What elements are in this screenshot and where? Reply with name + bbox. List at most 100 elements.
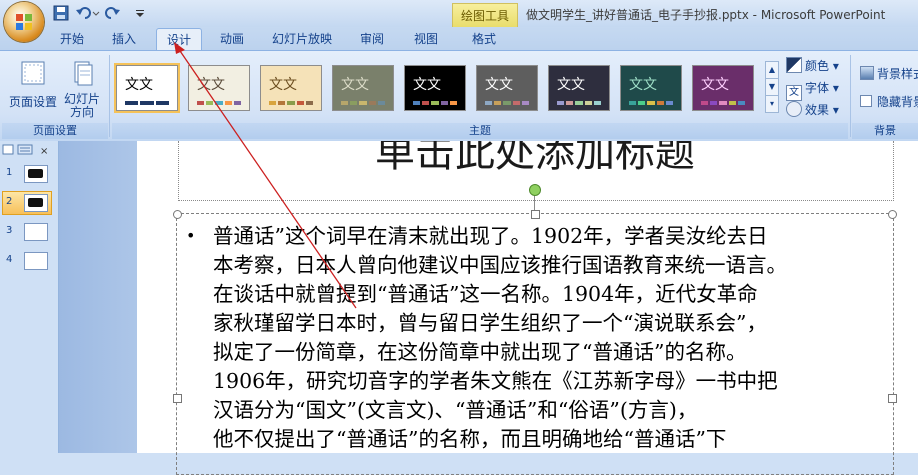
theme-color-swatch <box>449 101 458 105</box>
theme-color-swatch <box>224 101 232 105</box>
theme-thumbnail[interactable]: 文文 <box>188 65 250 111</box>
theme-color-swatch <box>215 101 223 105</box>
bullet-icon: • <box>186 226 196 245</box>
theme-color-swatch <box>638 101 646 105</box>
themes-group-label: 主题 <box>112 123 848 139</box>
tab-slide-show[interactable]: 幻灯片放映 <box>262 29 342 49</box>
save-icon[interactable] <box>52 4 70 22</box>
theme-color-swatch <box>647 101 655 105</box>
theme-color-swatches <box>125 101 169 105</box>
gallery-scroll-up-icon[interactable]: ▲ <box>765 61 779 79</box>
theme-sample-text: 文文 <box>629 77 657 93</box>
theme-thumbnail[interactable]: 文文 <box>332 65 394 111</box>
theme-color-swatch <box>557 101 565 105</box>
hide-background-checkbox[interactable]: 隐藏背景 <box>860 93 918 111</box>
body-text-line: 他不仅提出了“普通话”的名称，而且明确地给“普通话”下 <box>213 427 727 451</box>
body-text-line: 普通话”这个词早在清末就出现了。1902年，学者吴汝纶去日 <box>213 224 768 248</box>
theme-effects-label: 效果 <box>805 103 830 117</box>
theme-color-swatch <box>593 101 602 105</box>
background-styles-button[interactable]: 背景样式 <box>860 65 918 83</box>
theme-color-swatch <box>503 101 511 105</box>
resize-handle-top[interactable] <box>531 210 540 219</box>
theme-color-swatch <box>368 101 376 105</box>
ribbon-tab-bar: 开始 插入 设计 动画 幻灯片放映 审阅 视图 格式 <box>0 27 918 51</box>
slide-orientation-button[interactable]: 幻灯片 方向 <box>60 59 104 119</box>
resize-handle-top-right[interactable] <box>888 210 897 219</box>
gallery-scroll-down-icon[interactable]: ▼ <box>765 78 779 96</box>
theme-colors-button[interactable]: 颜色 ▾ <box>786 57 839 75</box>
theme-color-swatch <box>377 101 386 105</box>
theme-sample-text: 文文 <box>485 77 513 93</box>
slide-number: 2 <box>6 196 13 207</box>
body-text-line: 汉语分为“国文”(文言文)、“普通话”和“俗语”(方言)， <box>213 398 698 422</box>
theme-color-swatches <box>413 101 458 105</box>
tab-design[interactable]: 设计 <box>156 28 202 51</box>
theme-color-swatch <box>728 101 736 105</box>
theme-thumbnail[interactable]: 文文 <box>114 63 180 113</box>
resize-handle-left[interactable] <box>173 394 182 403</box>
slide-thumbnail[interactable] <box>24 223 48 241</box>
slide-thumbnail[interactable] <box>24 165 48 183</box>
gallery-more-icon[interactable]: ▾ <box>765 95 779 113</box>
redo-icon[interactable] <box>104 4 122 22</box>
pane-tabs-icon[interactable]: × <box>2 143 52 157</box>
theme-sample-text: 文文 <box>125 77 153 93</box>
theme-color-swatch <box>140 101 154 105</box>
theme-color-swatch <box>737 101 746 105</box>
theme-thumbnail[interactable]: 文文 <box>404 65 466 111</box>
theme-colors-label: 颜色 <box>805 59 830 73</box>
theme-color-swatch <box>197 101 205 105</box>
theme-color-swatches <box>557 101 602 105</box>
body-text[interactable]: 普通话”这个词早在清末就出现了。1902年，学者吴汝纶去日 本考察，日本人曾向他建… <box>213 222 885 454</box>
page-setup-button[interactable]: 页面设置 <box>6 59 60 110</box>
theme-color-swatch <box>656 101 664 105</box>
tab-format[interactable]: 格式 <box>462 29 506 49</box>
theme-color-swatch <box>719 101 727 105</box>
office-button[interactable] <box>4 2 44 42</box>
background-styles-label: 背景样式 <box>877 67 918 81</box>
theme-color-swatch <box>629 101 637 105</box>
theme-color-swatch <box>278 101 286 105</box>
context-tab-group: 绘图工具 <box>452 3 518 28</box>
theme-color-swatch <box>125 101 139 105</box>
page-setup-icon <box>21 61 45 85</box>
resize-handle-right[interactable] <box>888 394 897 403</box>
customize-icon[interactable] <box>134 4 152 22</box>
tab-insert[interactable]: 插入 <box>104 29 144 49</box>
slide-thumbnail[interactable] <box>24 194 48 212</box>
theme-thumbnail[interactable]: 文文 <box>476 65 538 111</box>
theme-thumbnail[interactable]: 文文 <box>620 65 682 111</box>
theme-color-swatch <box>701 101 709 105</box>
theme-fonts-button[interactable]: 文字体 ▾ <box>786 79 839 101</box>
theme-effects-button[interactable]: 效果 ▾ <box>786 101 839 119</box>
theme-color-swatch <box>710 101 718 105</box>
tab-animations[interactable]: 动画 <box>210 29 254 49</box>
slide-number: 1 <box>6 167 13 178</box>
theme-thumbnail[interactable]: 文文 <box>692 65 754 111</box>
tab-home[interactable]: 开始 <box>52 29 92 49</box>
theme-fonts-label: 字体 <box>805 81 830 95</box>
slide-orientation-label-line2: 方向 <box>69 105 94 119</box>
theme-color-swatch <box>431 101 439 105</box>
theme-thumbnail[interactable]: 文文 <box>260 65 322 111</box>
theme-color-swatch <box>422 101 430 105</box>
theme-color-swatch <box>494 101 502 105</box>
undo-icon[interactable] <box>74 4 100 22</box>
tab-view[interactable]: 视图 <box>406 29 446 49</box>
body-text-line: 家秋瑾留学日本时，曾与留日学生组织了一个“演说联系会”， <box>213 311 767 335</box>
theme-color-swatch <box>155 101 169 105</box>
theme-color-swatch <box>521 101 530 105</box>
slide-thumbnail-content <box>28 169 43 178</box>
theme-color-swatch <box>350 101 358 105</box>
fonts-icon: 文 <box>786 85 802 101</box>
slide-thumbnail[interactable] <box>24 252 48 270</box>
tab-review[interactable]: 审阅 <box>352 29 392 49</box>
group-separator <box>109 55 110 137</box>
resize-handle-top-left[interactable] <box>173 210 182 219</box>
theme-thumbnail[interactable]: 文文 <box>548 65 610 111</box>
theme-color-swatch <box>575 101 583 105</box>
effects-icon <box>786 101 802 117</box>
body-text-line: 本考察，日本人曾向他建议中国应该推行国语教育来统一语言。 <box>213 253 787 277</box>
rotation-handle[interactable] <box>529 184 541 196</box>
page-setup-group-label: 页面设置 <box>2 123 108 139</box>
